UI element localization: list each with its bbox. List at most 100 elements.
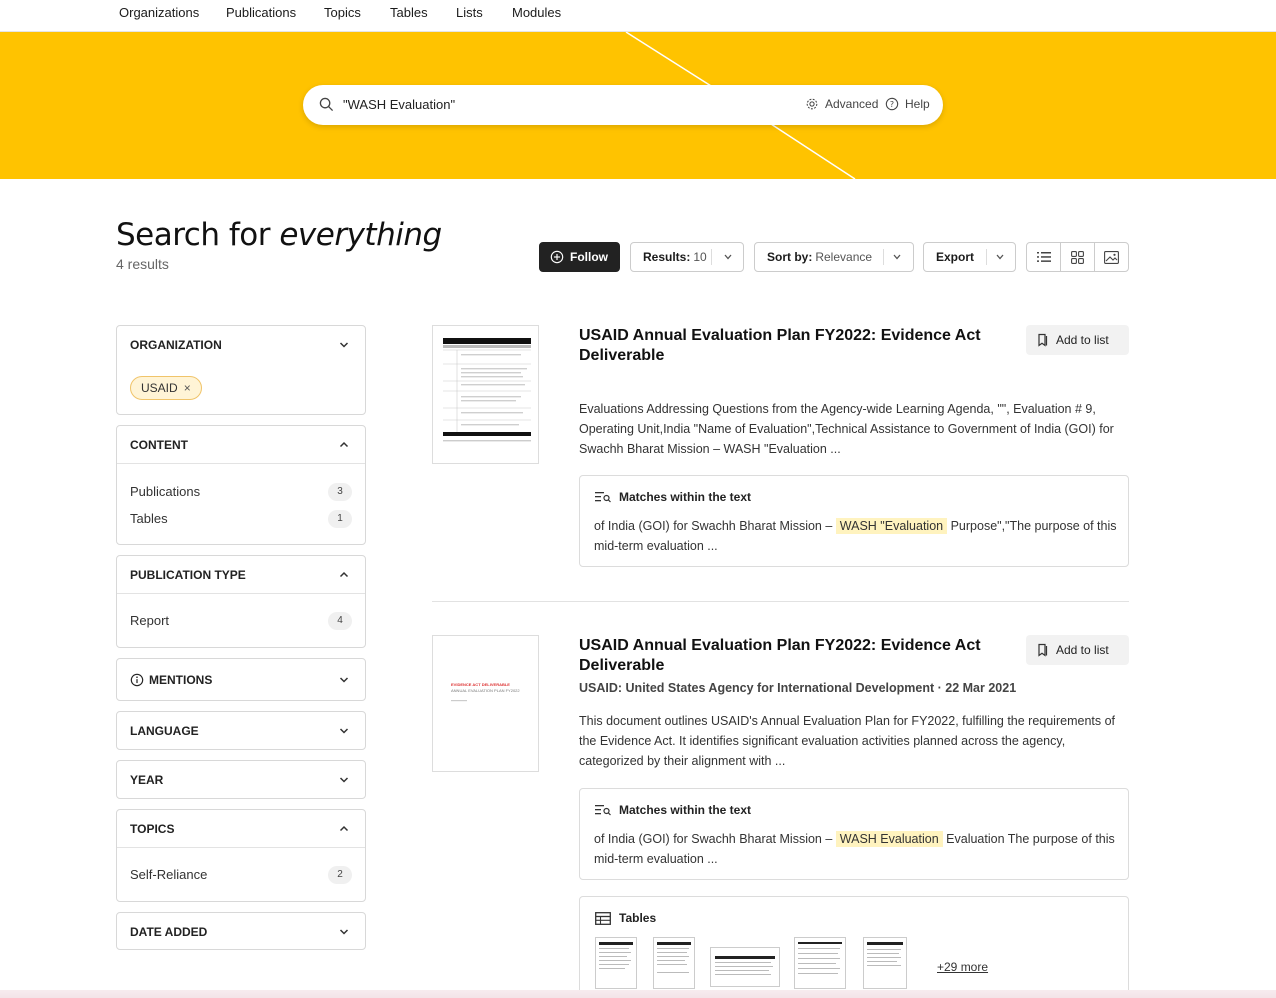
table-thumbnail[interactable] [710,947,780,987]
add-to-list-button[interactable]: Add to list [1026,325,1129,355]
filter-year-header[interactable]: YEAR [117,761,365,798]
chevron-down-icon [339,777,349,783]
filter-content-header[interactable]: CONTENT [117,426,365,463]
filter-title: MENTIONS [149,672,213,687]
match-snippet: of India (GOI) for Swachh Bharat Mission… [594,516,1119,556]
search-input[interactable] [343,97,783,112]
table-preview [657,942,691,973]
follow-button[interactable]: Follow [539,242,620,272]
result-thumbnail[interactable] [432,325,539,464]
filter-language: LANGUAGE [116,711,366,750]
filter-title: TOPICS [130,821,175,836]
help-label: Help [905,97,930,111]
filter-title: DATE ADDED [130,924,208,939]
facet-label: Report [130,613,170,628]
chevron-down-icon [339,728,349,734]
grid-icon [1071,250,1084,264]
export-dropdown[interactable]: Export [923,242,1016,272]
result-title[interactable]: USAID Annual Evaluation Plan FY2022: Evi… [579,326,999,366]
results-value: 10 [693,250,707,264]
result-description: This document outlines USAID's Annual Ev… [579,714,1116,768]
nav-organizations[interactable]: Organizations [119,5,199,20]
help-button[interactable]: ? Help [885,97,930,111]
facet-label: Publications [130,484,201,499]
facet-self-reliance[interactable]: Self-Reliance 2 [130,861,352,888]
filter-date-added-header[interactable]: DATE ADDED [117,913,365,950]
title-prefix: Search for [116,217,280,253]
text-search-icon [595,492,611,503]
facet-publications[interactable]: Publications 3 [130,478,352,505]
filter-organization-header[interactable]: ORGANIZATION [117,326,365,363]
filter-title: YEAR [130,772,164,787]
sort-dropdown[interactable]: Sort by: Relevance [754,242,914,272]
matches-header-label: Matches within the text [619,803,752,817]
results-per-page-dropdown[interactable]: Results: 10 [630,242,744,272]
nav-lists[interactable]: Lists [456,5,483,20]
filter-title: CONTENT [130,437,188,452]
bookmark-icon [1038,333,1048,347]
list-view-button[interactable] [1027,243,1061,271]
chip-label: USAID [141,381,178,395]
table-thumbnail[interactable] [595,937,637,989]
page-title: Search for everything [116,217,442,253]
sort-label: Sort by: [767,250,813,264]
filter-mentions-header[interactable]: MENTIONS [117,659,365,700]
sort-value: Relevance [815,250,873,264]
divider [986,249,987,265]
filter-topics-header[interactable]: TOPICS [117,810,365,847]
divider [883,249,884,265]
filter-mentions: MENTIONS [116,658,366,701]
filter-title: LANGUAGE [130,723,199,738]
table-thumbnail[interactable] [863,937,907,989]
more-tables-link[interactable]: +29 more [937,960,988,974]
title-emphasis: everything [279,217,442,253]
match-highlight: WASH Evaluation [835,831,943,847]
match-highlight: WASH "Evaluation [835,518,948,534]
add-to-list-button[interactable]: Add to list [1026,635,1129,665]
filter-title: ORGANIZATION [130,337,222,352]
nav-tables[interactable]: Tables [390,5,428,20]
advanced-label: Advanced [825,97,879,111]
image-view-button[interactable] [1095,243,1128,271]
table-thumbnail[interactable] [653,937,695,989]
help-icon: ? [885,97,899,111]
results-label: Results: [643,250,691,264]
result-count: 4 results [116,256,169,272]
filter-publication-type: PUBLICATION TYPE Report 4 [116,555,366,648]
search-bar: Advanced ? Help [303,85,943,125]
result-meta: USAID: United States Agency for Internat… [579,681,1017,695]
tables-header: Tables [595,911,656,925]
filter-publication-type-header[interactable]: PUBLICATION TYPE [117,556,365,593]
organization-chip[interactable]: USAID × [130,376,202,400]
nav-topics[interactable]: Topics [324,5,361,20]
nav-publications[interactable]: Publications [226,5,296,20]
matches-box: Matches within the text of India (GOI) f… [579,788,1129,880]
match-before: of India (GOI) for Swachh Bharat Mission… [594,832,833,846]
bookmark-icon [1038,643,1048,657]
plus-circle-icon [550,250,564,264]
facet-count: 4 [328,611,352,630]
facet-tables[interactable]: Tables 1 [130,505,352,532]
add-to-list-label: Add to list [1056,643,1109,657]
svg-text:?: ? [890,100,894,109]
result-title[interactable]: USAID Annual Evaluation Plan FY2022: Evi… [579,636,999,676]
filter-year: YEAR [116,760,366,799]
image-icon [1104,250,1119,264]
grid-view-button[interactable] [1061,243,1095,271]
matches-header: Matches within the text [595,490,751,504]
nav-modules[interactable]: Modules [512,5,561,20]
advanced-search-button[interactable]: Advanced [805,97,878,111]
facet-count: 3 [328,482,352,501]
facet-report[interactable]: Report 4 [130,607,352,634]
chevron-up-icon [339,441,349,448]
filter-language-header[interactable]: LANGUAGE [117,712,365,749]
remove-chip-icon[interactable]: × [184,381,191,395]
follow-label: Follow [570,250,608,264]
table-thumbnail[interactable] [794,937,846,989]
result-thumbnail[interactable]: EVIDENCE ACT DELIVERABLE ANNUAL EVALUATI… [432,635,539,772]
matches-header: Matches within the text [595,803,751,817]
facet-count: 1 [328,509,352,528]
document-preview [451,700,467,702]
match-snippet: of India (GOI) for Swachh Bharat Mission… [594,829,1119,869]
chevron-down-icon [339,929,349,935]
